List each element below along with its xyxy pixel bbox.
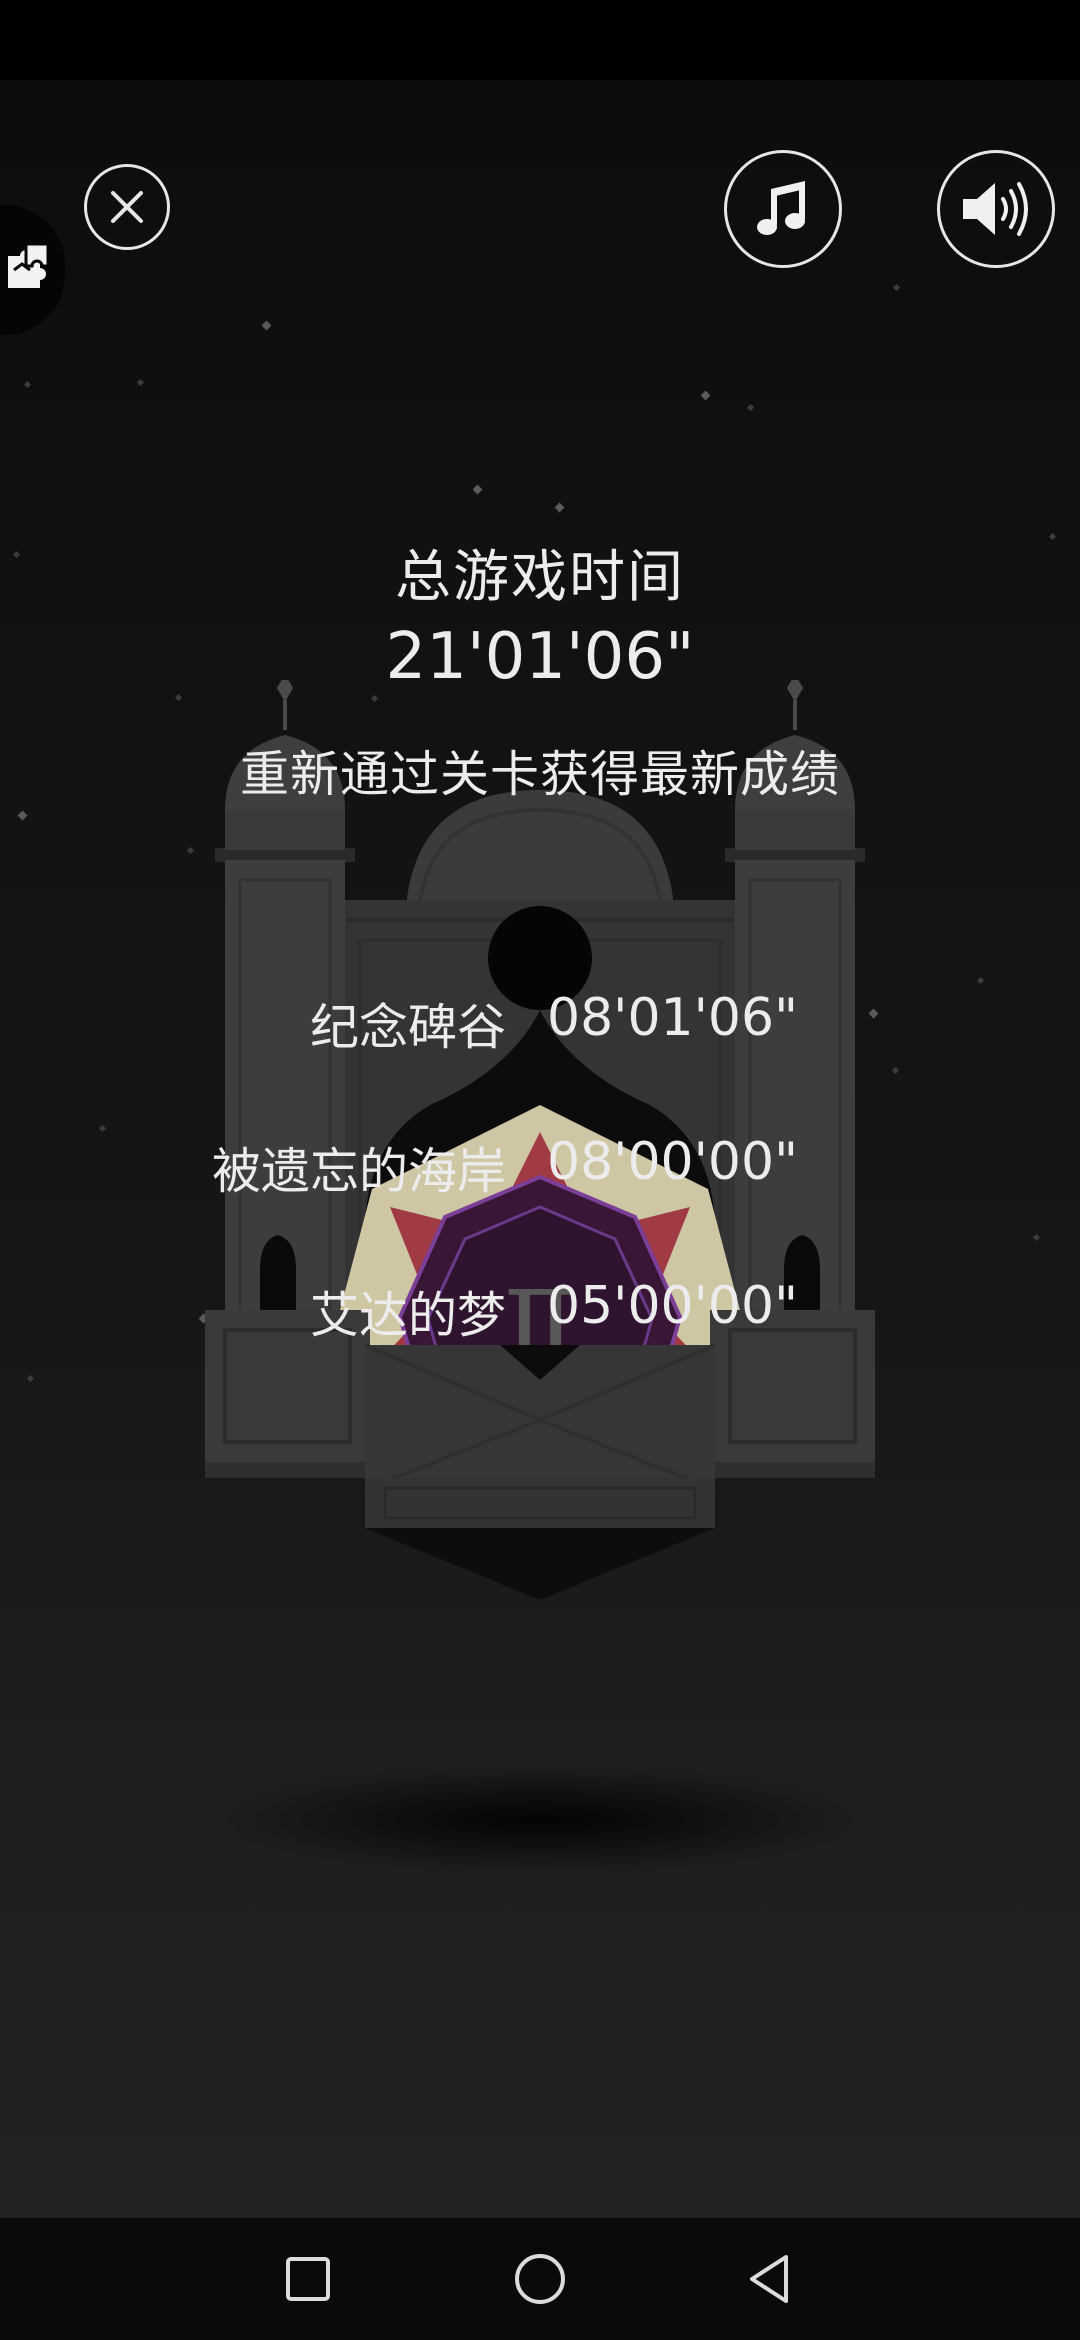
- star: [472, 484, 483, 495]
- total-play-time-value: 21'01'06": [385, 620, 695, 694]
- star: [976, 976, 985, 985]
- chapter-name: 纪念碑谷: [309, 999, 506, 1056]
- music-button[interactable]: [724, 150, 842, 268]
- music-note-icon: [757, 181, 805, 235]
- star: [554, 502, 565, 513]
- circle-icon: [515, 2254, 565, 2304]
- star: [892, 283, 901, 292]
- chapter-time: 08'00'00": [547, 1132, 799, 1192]
- game-screen: Ⅱ 总游戏时间 21'01'06" 重新通过关卡获得最新成绩 纪念碑谷 08'0…: [0, 0, 1080, 2340]
- star: [1032, 1233, 1041, 1242]
- sound-button[interactable]: [937, 150, 1055, 268]
- star: [136, 378, 145, 387]
- status-bar: [0, 0, 1080, 80]
- star: [26, 1374, 35, 1383]
- chapter-time: 05'00'00": [547, 1276, 799, 1336]
- chapter-time: 08'01'06": [547, 988, 799, 1048]
- star: [261, 320, 272, 331]
- triangle-back-icon: [750, 2255, 788, 2303]
- chapter-name: 艾达的梦: [309, 1287, 506, 1344]
- speaker-icon: [963, 182, 1028, 236]
- close-button[interactable]: [84, 164, 170, 250]
- replay-hint: 重新通过关卡获得最新成绩: [239, 746, 840, 803]
- total-play-time-title: 总游戏时间: [395, 545, 685, 610]
- close-icon: [111, 191, 143, 223]
- star: [746, 403, 755, 412]
- star: [98, 1124, 107, 1133]
- star: [17, 810, 28, 821]
- square-icon: [286, 2257, 330, 2301]
- chapter-name: 被遗忘的海岸: [211, 1143, 506, 1200]
- star: [23, 380, 32, 389]
- star: [700, 390, 711, 401]
- recent-apps-button[interactable]: [248, 2218, 368, 2340]
- navigation-bar: [0, 2218, 1080, 2340]
- puzzle-icon[interactable]: [4, 240, 56, 292]
- back-button[interactable]: [710, 2218, 830, 2340]
- home-button[interactable]: [480, 2218, 600, 2340]
